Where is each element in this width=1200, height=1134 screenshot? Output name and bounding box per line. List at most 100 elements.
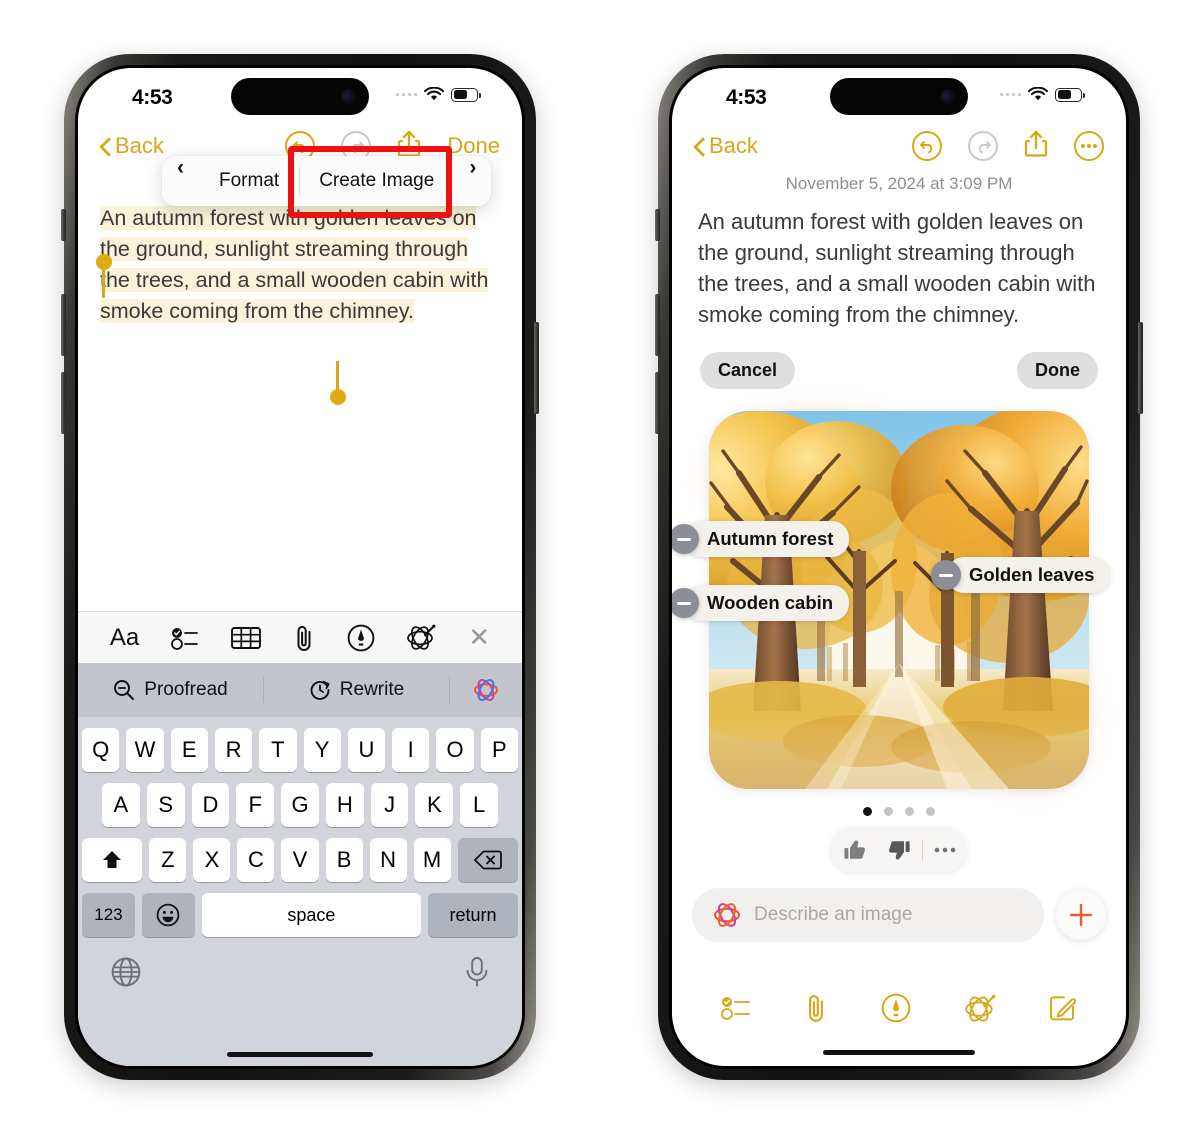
mute-switch[interactable] xyxy=(61,209,66,241)
cancel-button[interactable]: Cancel xyxy=(700,352,796,389)
popup-next-arrow[interactable]: › xyxy=(454,156,491,206)
microphone-icon[interactable] xyxy=(464,956,490,988)
pager-dot-2[interactable] xyxy=(884,807,893,816)
back-button[interactable]: Back xyxy=(100,133,164,159)
undo-icon[interactable] xyxy=(912,131,942,161)
key-h[interactable]: H xyxy=(325,783,364,827)
back-button[interactable]: Back xyxy=(694,133,758,159)
status-indicators xyxy=(999,87,1085,102)
key-o[interactable]: O xyxy=(436,728,474,772)
redo-icon xyxy=(968,131,998,161)
status-time: 4:53 xyxy=(132,86,173,109)
compose-icon[interactable] xyxy=(1049,994,1077,1022)
checklist-icon[interactable] xyxy=(171,626,199,650)
key-l[interactable]: L xyxy=(460,783,499,827)
concept-chip-label: Golden leaves xyxy=(947,557,1111,593)
phone-left-screen: 4:53 Back Done An autumn forest with gol… xyxy=(78,68,522,1066)
power-button[interactable] xyxy=(1138,322,1143,414)
key-j[interactable]: J xyxy=(370,783,409,827)
key-p[interactable]: P xyxy=(480,728,518,772)
pager-dot-4[interactable] xyxy=(926,807,935,816)
selection-handle-start[interactable] xyxy=(95,254,112,298)
pager-dot-3[interactable] xyxy=(905,807,914,816)
add-image-button[interactable] xyxy=(1056,890,1106,940)
key-f[interactable]: F xyxy=(236,783,275,827)
globe-icon[interactable] xyxy=(110,956,142,988)
table-icon[interactable] xyxy=(230,626,261,650)
format-toolbar: Aa ✕ xyxy=(78,611,522,663)
describe-image-row: Describe an image xyxy=(672,872,1126,942)
concept-chip-golden-leaves[interactable]: Golden leaves xyxy=(931,557,1111,593)
concept-chip-wooden-cabin[interactable]: Wooden cabin xyxy=(672,585,850,621)
key-r[interactable]: R xyxy=(214,728,253,772)
key-x[interactable]: X xyxy=(193,838,231,882)
key-i[interactable]: I xyxy=(392,728,430,772)
apple-intelligence-icon[interactable] xyxy=(964,993,996,1023)
text-format-icon[interactable]: Aa xyxy=(110,624,139,652)
proofread-label: Proofread xyxy=(144,679,228,700)
proofread-button[interactable]: Proofread xyxy=(78,679,263,701)
concept-chip-autumn-forest[interactable]: Autumn forest xyxy=(672,521,850,557)
popup-prev-arrow[interactable]: ‹ xyxy=(162,156,199,206)
share-icon[interactable] xyxy=(1024,129,1048,164)
key-n[interactable]: N xyxy=(369,838,407,882)
key-z[interactable]: Z xyxy=(149,838,187,882)
return-key[interactable]: return xyxy=(427,893,519,937)
power-button[interactable] xyxy=(534,322,539,414)
image-pager[interactable] xyxy=(672,807,1126,816)
thumbs-up-icon[interactable] xyxy=(834,838,876,862)
key-t[interactable]: T xyxy=(259,728,297,772)
thumbs-down-icon[interactable] xyxy=(878,838,920,862)
pager-dot-1[interactable] xyxy=(863,807,872,816)
emoji-key[interactable] xyxy=(141,893,195,937)
popup-item-create-image[interactable]: Create Image xyxy=(299,156,454,206)
mute-switch[interactable] xyxy=(655,209,660,241)
nav-actions-right xyxy=(912,129,1104,164)
rewrite-clock-icon xyxy=(310,680,330,700)
numbers-key[interactable]: 123 xyxy=(82,893,135,937)
attachment-icon[interactable] xyxy=(804,993,828,1023)
minus-circle-icon[interactable] xyxy=(931,560,961,590)
markup-pen-icon[interactable] xyxy=(347,624,375,652)
more-ellipsis-icon[interactable] xyxy=(925,847,965,853)
note-body[interactable]: An autumn forest with golden leaves on t… xyxy=(672,194,1126,330)
key-b[interactable]: B xyxy=(325,838,363,882)
key-e[interactable]: E xyxy=(170,728,208,772)
attachment-icon[interactable] xyxy=(293,624,315,652)
key-k[interactable]: K xyxy=(415,783,454,827)
space-key[interactable]: space xyxy=(201,893,421,937)
shift-key[interactable] xyxy=(81,838,143,882)
key-q[interactable]: Q xyxy=(82,728,120,772)
close-icon[interactable]: ✕ xyxy=(468,622,490,653)
checklist-icon[interactable] xyxy=(720,995,751,1021)
apple-intelligence-button[interactable] xyxy=(450,677,522,703)
selected-text[interactable]: An autumn forest with golden leaves on t… xyxy=(100,206,489,323)
apple-intelligence-icon[interactable] xyxy=(406,624,436,652)
key-v[interactable]: V xyxy=(281,838,319,882)
on-screen-keyboard[interactable]: Q W E R T Y U I O P A S D F G H J K L Z … xyxy=(78,717,522,1066)
volume-up-button[interactable] xyxy=(61,294,66,356)
markup-pen-icon[interactable] xyxy=(881,993,911,1023)
key-c[interactable]: C xyxy=(237,838,275,882)
key-s[interactable]: S xyxy=(146,783,185,827)
rewrite-button[interactable]: Rewrite xyxy=(264,679,449,701)
selection-handle-end[interactable] xyxy=(329,361,346,405)
volume-down-button[interactable] xyxy=(655,372,660,434)
backspace-key[interactable] xyxy=(457,838,519,882)
key-y[interactable]: Y xyxy=(303,728,341,772)
done-button[interactable]: Done xyxy=(1017,352,1098,389)
image-actions-row: Cancel Done xyxy=(672,330,1126,389)
key-m[interactable]: M xyxy=(413,838,451,882)
popup-item-format[interactable]: Format xyxy=(199,156,299,206)
volume-down-button[interactable] xyxy=(61,372,66,434)
describe-input-field[interactable]: Describe an image xyxy=(692,888,1044,942)
note-body[interactable]: An autumn forest with golden leaves on t… xyxy=(78,193,522,327)
key-a[interactable]: A xyxy=(101,783,140,827)
key-u[interactable]: U xyxy=(347,728,386,772)
status-bar-left: 4:53 xyxy=(78,68,522,122)
more-ellipsis-icon[interactable] xyxy=(1074,131,1104,161)
key-d[interactable]: D xyxy=(191,783,230,827)
volume-up-button[interactable] xyxy=(655,294,660,356)
key-w[interactable]: W xyxy=(126,728,164,772)
key-g[interactable]: G xyxy=(281,783,319,827)
